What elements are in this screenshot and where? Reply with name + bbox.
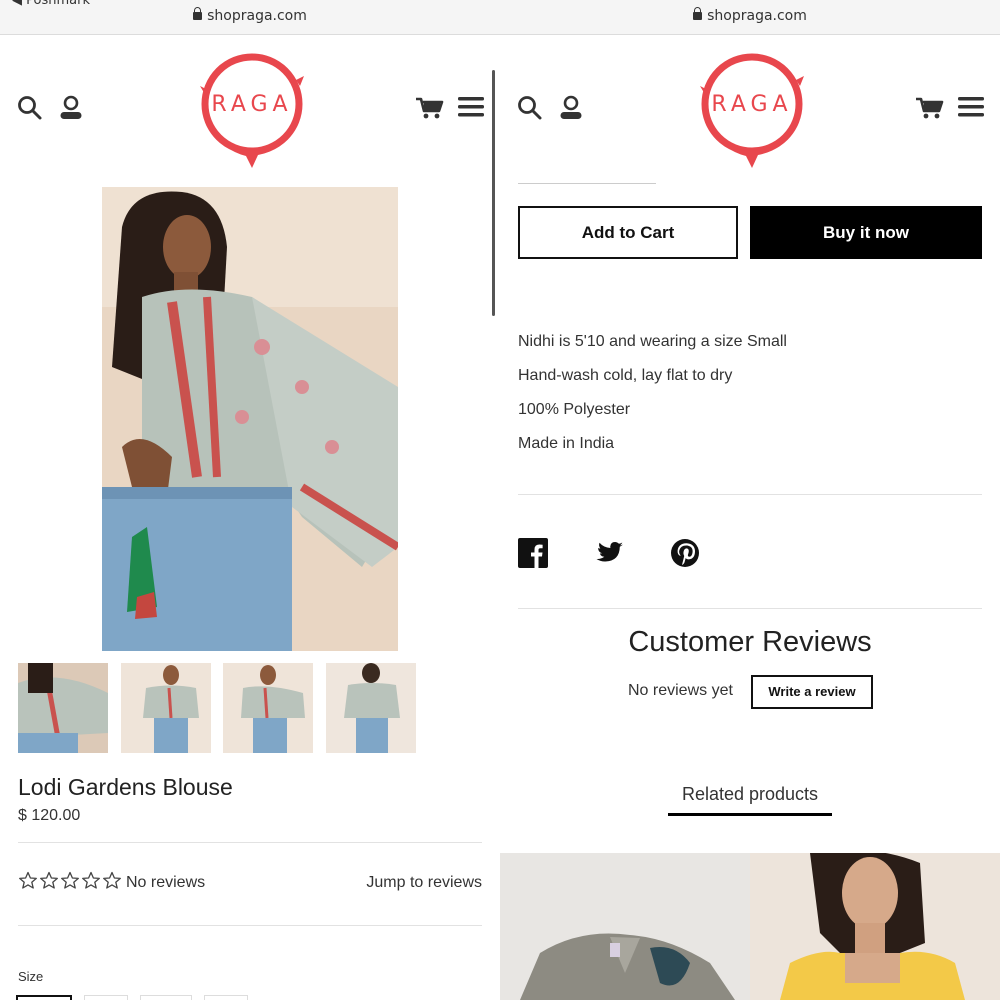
url-display[interactable]: shopraga.com [500, 7, 1000, 24]
size-option[interactable] [140, 995, 192, 1000]
no-reviews-text: No reviews yet [628, 682, 733, 699]
left-screen: ◀ Poshmark shopraga.com RAGA Lodi Garden… [0, 0, 500, 1000]
star-empty-icon [40, 871, 58, 889]
menu-icon[interactable] [458, 96, 484, 118]
buy-now-button[interactable]: Buy it now [750, 206, 982, 259]
raga-logo[interactable]: RAGA [192, 50, 312, 170]
add-to-cart-button[interactable]: Add to Cart [518, 206, 738, 259]
cart-icon[interactable] [415, 96, 445, 120]
pinterest-icon[interactable] [670, 538, 700, 568]
twitter-icon[interactable] [594, 538, 624, 568]
raga-logo[interactable]: RAGA [692, 50, 812, 170]
url-display[interactable]: shopraga.com [0, 7, 500, 24]
lock-icon [693, 7, 703, 20]
facebook-icon[interactable] [518, 538, 548, 568]
product-price: $ 120.00 [18, 807, 81, 824]
lock-icon [193, 7, 203, 20]
scroll-indicator [492, 70, 495, 316]
thumbnail-4[interactable] [326, 663, 416, 753]
star-empty-icon [61, 871, 79, 889]
product-title: Lodi Gardens Blouse [18, 774, 233, 800]
product-main-image[interactable] [102, 187, 398, 651]
cart-icon[interactable] [915, 96, 945, 120]
product-detail-line: Made in India [518, 435, 615, 452]
logo-text: RAGA [711, 92, 792, 117]
size-option[interactable] [84, 995, 128, 1000]
thumbnail-3[interactable] [223, 663, 313, 753]
customer-reviews-heading: Customer Reviews [628, 626, 872, 658]
reviews-summary: No reviews [126, 874, 206, 891]
account-icon[interactable] [59, 95, 83, 121]
browser-url-bar[interactable]: ◀ Poshmark shopraga.com [0, 0, 500, 35]
rating-stars[interactable] [18, 871, 122, 891]
related-product-image[interactable] [750, 853, 1000, 1000]
thumbnail-1[interactable] [18, 663, 108, 753]
jump-to-reviews-link[interactable]: Jump to reviews [366, 874, 482, 892]
quantity-field-edge[interactable] [518, 183, 656, 184]
write-review-button[interactable]: Write a review [751, 675, 873, 709]
search-icon[interactable] [517, 95, 543, 121]
star-empty-icon [19, 871, 37, 889]
related-products-underline [668, 813, 832, 816]
divider [518, 608, 982, 609]
account-icon[interactable] [559, 95, 583, 121]
thumbnail-2[interactable] [121, 663, 211, 753]
divider [18, 925, 482, 926]
search-icon[interactable] [17, 95, 43, 121]
divider [518, 494, 982, 495]
menu-icon[interactable] [958, 96, 984, 118]
star-empty-icon [82, 871, 100, 889]
back-to-app-link[interactable]: ◀ Poshmark [12, 0, 90, 8]
star-empty-icon [103, 871, 121, 889]
browser-url-bar[interactable]: shopraga.com [500, 0, 1000, 35]
related-product-image[interactable] [500, 853, 750, 1000]
url-text: shopraga.com [207, 8, 307, 24]
size-option-selected[interactable] [16, 995, 72, 1000]
product-detail-line: Hand-wash cold, lay flat to dry [518, 367, 733, 384]
related-products-heading: Related products [681, 784, 819, 804]
product-detail-line: 100% Polyester [518, 401, 631, 418]
logo-text: RAGA [211, 92, 292, 117]
size-option[interactable] [204, 995, 248, 1000]
right-screen: shopraga.com RAGA Add to Cart Buy it now… [500, 0, 1000, 1000]
size-label: Size [18, 969, 44, 984]
product-detail-line: Nidhi is 5'10 and wearing a size Small [518, 333, 787, 350]
url-text: shopraga.com [707, 8, 807, 24]
divider [18, 842, 482, 843]
